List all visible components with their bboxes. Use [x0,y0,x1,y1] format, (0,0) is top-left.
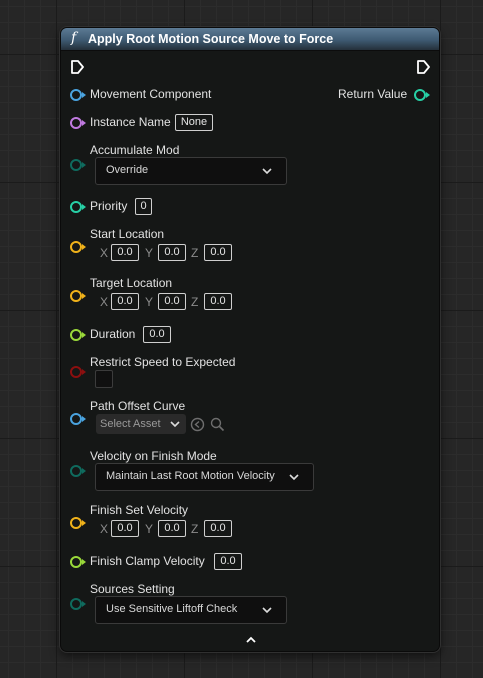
priority-input[interactable]: 0 [135,198,152,215]
node-header[interactable]: f Apply Root Motion Source Move to Force [61,28,439,51]
finish-clamp-velocity-pin[interactable] [70,556,86,568]
target-location-z-label: Z [191,295,199,309]
accumulate-mod-label: Accumulate Mod [90,143,180,157]
restrict-speed-label: Restrict Speed to Expected [90,355,236,369]
movement-component-pin[interactable] [70,89,86,101]
path-offset-curve-pin[interactable] [70,413,86,425]
path-offset-curve-asset-picker[interactable]: Select Asset [96,414,186,434]
finish-set-velocity-y-input[interactable]: 0.0 [158,520,186,537]
finish-set-velocity-z-input[interactable]: 0.0 [204,520,232,537]
chevron-down-icon [262,168,272,175]
start-location-y-label: Y [145,246,154,260]
accumulate-mod-value: Override [106,164,149,176]
target-location-z-input[interactable]: 0.0 [204,293,232,310]
start-location-z-input[interactable]: 0.0 [204,244,232,261]
instance-name-label: Instance Name [90,115,171,129]
restrict-speed-pin[interactable] [70,366,86,378]
duration-input[interactable]: 0.0 [143,326,171,343]
finish-set-velocity-label: Finish Set Velocity [90,503,189,517]
finish-set-velocity-y-label: Y [145,522,154,536]
priority-label: Priority [90,199,128,213]
start-location-z-label: Z [191,246,199,260]
target-location-x-label: X [100,295,109,309]
return-value-pin[interactable] [414,89,430,101]
finish-set-velocity-x-label: X [100,522,109,536]
chevron-down-icon [170,421,180,428]
return-value-label: Return Value [338,87,408,101]
blueprint-node[interactable]: f Apply Root Motion Source Move to Force… [60,27,440,652]
target-location-label: Target Location [90,276,173,290]
instance-name-pin[interactable] [70,117,86,129]
sources-setting-value: Use Sensitive Liftoff Check [106,603,238,615]
finish-set-velocity-z-label: Z [191,522,199,536]
search-icon[interactable] [210,417,225,432]
target-location-y-label: Y [145,295,154,309]
restrict-speed-checkbox[interactable] [95,370,113,388]
duration-label: Duration [90,327,136,341]
duration-pin[interactable] [70,329,86,341]
start-location-label: Start Location [90,227,165,241]
function-icon: f [71,30,77,46]
finish-set-velocity-pin[interactable] [70,517,86,529]
exec-in-icon[interactable] [70,60,84,74]
movement-component-label: Movement Component [90,87,212,101]
start-location-x-label: X [100,246,109,260]
finish-clamp-velocity-input[interactable]: 0.0 [214,553,242,570]
start-location-x-input[interactable]: 0.0 [111,244,139,261]
start-location-pin[interactable] [70,241,86,253]
chevron-down-icon [262,607,272,614]
target-location-pin[interactable] [70,290,86,302]
accumulate-mod-pin[interactable] [70,159,86,171]
browse-arrow-icon[interactable] [190,417,205,432]
instance-name-input[interactable]: None [175,114,213,131]
node-title: Apply Root Motion Source Move to Force [88,32,334,46]
start-location-y-input[interactable]: 0.0 [158,244,186,261]
chevron-down-icon [289,474,299,481]
path-offset-curve-label: Path Offset Curve [90,399,186,413]
finish-set-velocity-x-input[interactable]: 0.0 [111,520,139,537]
exec-out-icon[interactable] [416,60,430,74]
target-location-y-input[interactable]: 0.0 [158,293,186,310]
collapse-arrow-icon[interactable] [245,635,257,645]
priority-pin[interactable] [70,201,86,213]
velocity-on-finish-mode-label: Velocity on Finish Mode [90,449,217,463]
sources-setting-label: Sources Setting [90,582,175,596]
finish-clamp-velocity-label: Finish Clamp Velocity [90,554,205,568]
target-location-x-input[interactable]: 0.0 [111,293,139,310]
velocity-on-finish-mode-value: Maintain Last Root Motion Velocity [106,470,275,482]
accumulate-mod-dropdown[interactable]: Override [95,157,287,185]
sources-setting-dropdown[interactable]: Use Sensitive Liftoff Check [95,596,287,624]
velocity-on-finish-mode-pin[interactable] [70,465,86,477]
velocity-on-finish-mode-dropdown[interactable]: Maintain Last Root Motion Velocity [95,463,314,491]
sources-setting-pin[interactable] [70,598,86,610]
path-offset-curve-value: Select Asset [100,418,161,430]
